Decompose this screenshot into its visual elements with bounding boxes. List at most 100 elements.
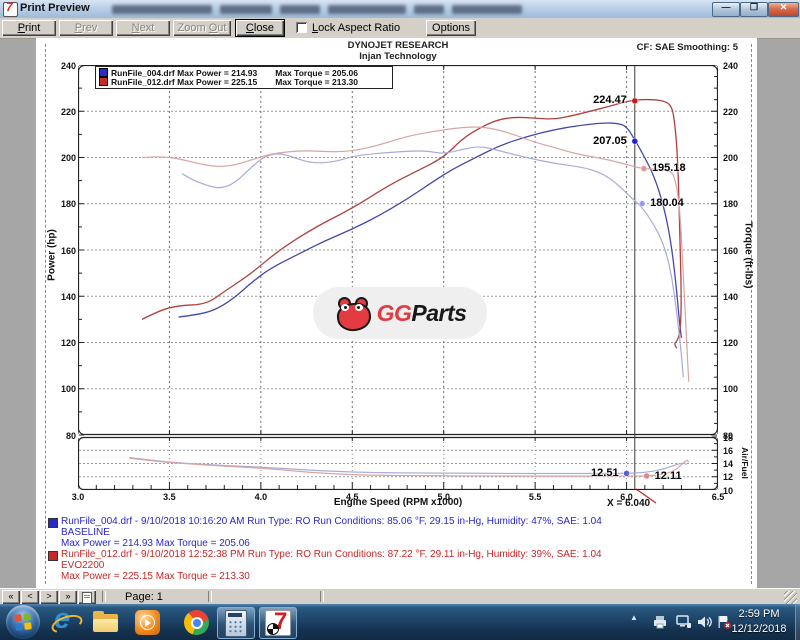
media-player-icon[interactable] [134, 609, 161, 636]
rpm-tick-label: 4.0 [252, 492, 270, 502]
value-callout: 180.04 [650, 197, 684, 209]
next-button[interactable]: Next [116, 20, 170, 36]
minimize-button[interactable]: — [712, 2, 740, 17]
power-tick-label: 80 [54, 431, 76, 441]
power-tick-label: 180 [54, 199, 76, 209]
run-swatch-red [48, 551, 58, 561]
legend-row-evo: RunFile_012.drf Max Power = 225.15 Max To… [99, 77, 358, 86]
run-swatch-blue [48, 518, 58, 528]
restore-button[interactable]: ❐ [740, 2, 768, 17]
left-margin-guide [45, 44, 46, 584]
calculator-icon [225, 610, 247, 637]
zoom-out-button[interactable]: Zoom Out [173, 20, 231, 36]
last-page-button[interactable]: » [59, 590, 77, 604]
rpm-tick-label: 4.5 [343, 492, 361, 502]
window-title: Print Preview [20, 2, 90, 14]
statusbar-divider [102, 591, 106, 602]
af-tick-label: 16 [723, 446, 733, 456]
page-setup-button[interactable] [78, 590, 96, 604]
torque-tick-label: 200 [723, 153, 738, 163]
calculator-taskbar-button[interactable] [217, 607, 255, 639]
statusbar-divider [320, 591, 324, 602]
legend-max-power: Max Power = 225.15 [177, 77, 257, 87]
torque-tick-label: 240 [723, 61, 738, 71]
rpm-tick-label: 3.5 [160, 492, 178, 502]
dyno-software-taskbar-button[interactable]: 7 [259, 607, 297, 639]
legend-swatch-blue [99, 68, 108, 77]
power-tick-label: 200 [54, 153, 76, 163]
legend-max-torque: Max Torque = 213.30 [275, 77, 358, 87]
rpm-tick-label: 5.5 [526, 492, 544, 502]
right-margin-guide [751, 44, 752, 584]
torque-tick-label: 220 [723, 107, 738, 117]
power-tick-label: 240 [54, 61, 76, 71]
rpm-tick-label: 6.5 [709, 492, 727, 502]
taskbar: e 7 ▲ 2:59 PM 12/12/2018 [0, 604, 800, 640]
print-button[interactable]: Print [2, 20, 56, 36]
options-button[interactable]: Options [426, 20, 476, 36]
ggparts-logo: GGParts [313, 287, 487, 339]
minimize-icon: — [713, 2, 739, 12]
next-page-button[interactable]: > [40, 590, 58, 604]
run-stats: Max Power = 214.93 Max Torque = 205.06 [61, 538, 250, 549]
run-header: RunFile_004.drf - 9/10/2018 10:16:20 AM … [61, 516, 602, 527]
ggparts-mascot-icon [334, 296, 372, 330]
restore-icon: ❐ [741, 2, 767, 13]
value-callout: 195.18 [652, 162, 686, 174]
value-callout: 224.47 [569, 94, 627, 106]
torque-tick-label: 100 [723, 384, 738, 394]
torque-tick-label: 120 [723, 338, 738, 348]
redacted-title-text [220, 5, 272, 14]
app-icon: 7 [3, 2, 18, 17]
redacted-title-text [112, 5, 212, 14]
close-window-button[interactable]: ✕ [768, 2, 799, 17]
network-tray-icon[interactable] [676, 615, 692, 629]
prev-page-button[interactable]: < [21, 590, 39, 604]
chrome-icon[interactable] [183, 609, 210, 636]
tray-expand-caret[interactable]: ▲ [630, 613, 638, 622]
title-bar: 7 Print Preview — ❐ ✕ [0, 0, 800, 19]
power-tick-label: 220 [54, 107, 76, 117]
redacted-title-text [414, 5, 444, 14]
start-button[interactable] [6, 605, 40, 639]
page-indicator: Page: 1 [125, 591, 163, 603]
show-desktop-button[interactable] [795, 604, 800, 640]
internet-explorer-icon[interactable]: e [52, 609, 79, 636]
printer-tray-icon[interactable] [652, 615, 668, 629]
rpm-tick-label: 3.0 [69, 492, 87, 502]
taskbar-clock[interactable]: 2:59 PM 12/12/2018 [724, 607, 794, 637]
af-tick-label: 18 [723, 433, 733, 443]
resize-grip[interactable] [784, 591, 797, 604]
redacted-title-text [328, 5, 406, 14]
clock-date: 12/12/2018 [724, 622, 794, 637]
lock-aspect-checkbox[interactable] [296, 22, 307, 33]
run-name: BASELINE [61, 527, 110, 538]
dyno-chart [78, 65, 718, 490]
status-bar: « < > » Page: 1 [0, 588, 800, 605]
lock-aspect-label: Lock Aspect Ratio [312, 22, 400, 34]
print-preview-toolbar: Print Prev Next Zoom Out Close Lock Aspe… [0, 18, 800, 39]
close-preview-button[interactable]: Close [236, 20, 284, 36]
legend-row-baseline: RunFile_004.drf Max Power = 214.93Max To… [99, 68, 358, 77]
af-tick-label: 12 [723, 472, 733, 482]
power-tick-label: 100 [54, 384, 76, 394]
close-icon: ✕ [769, 2, 798, 13]
legend-file: RunFile_012.drf [111, 77, 175, 87]
statusbar-divider [208, 591, 212, 602]
rpm-tick-label: 6.0 [618, 492, 636, 502]
chart-subtitle: Injan Technology [359, 51, 436, 62]
clock-time: 2:59 PM [724, 607, 794, 622]
rpm-tick-label: 5.0 [435, 492, 453, 502]
run-name: EVO2200 [61, 560, 104, 571]
run-stats: Max Power = 225.15 Max Torque = 213.30 [61, 571, 250, 582]
winpep7-icon: 7 [265, 610, 291, 636]
af-axis-title: Air/Fuel [740, 447, 750, 479]
volume-tray-icon[interactable] [697, 615, 713, 629]
first-page-button[interactable]: « [2, 590, 20, 604]
prev-button[interactable]: Prev [59, 20, 113, 36]
power-tick-label: 120 [54, 338, 76, 348]
value-callout: 207.05 [569, 135, 627, 147]
torque-tick-label: 160 [723, 246, 738, 256]
file-explorer-icon[interactable] [92, 609, 119, 636]
page-setup-icon [82, 592, 92, 604]
